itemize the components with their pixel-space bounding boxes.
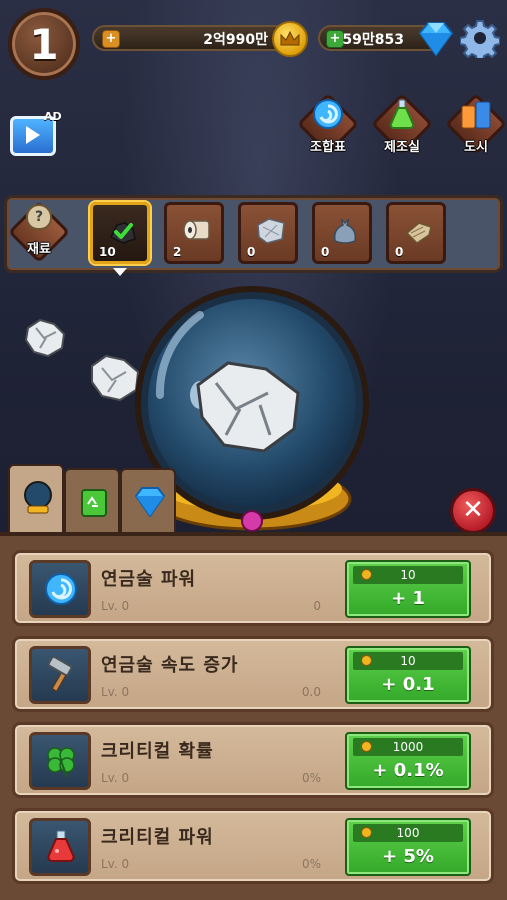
gold-currency-bar[interactable]: + 2억990만 [92, 21, 308, 57]
close-button[interactable]: ✕ [450, 488, 496, 534]
coin-icon [361, 569, 372, 580]
upgrade-gain: + 1 [391, 588, 425, 609]
recipe-book-button[interactable]: 조합표 [296, 92, 360, 162]
gem-amount: 59만853 [342, 32, 404, 48]
upgrade-card-alchemy-power: 연금술 파워 Lv. 0 0 10 + 1 [12, 550, 494, 626]
upgrade-card-alchemy-speed: 연금술 속도 증가 Lv. 0 0.0 10 + 0.1 [12, 636, 494, 712]
upgrade-buy-button[interactable]: 10 + 1 [345, 560, 471, 618]
swirl-orb-icon [43, 571, 79, 607]
paper-roll-icon [181, 215, 213, 247]
tab-orb[interactable] [8, 464, 64, 536]
coal-icon [107, 215, 139, 247]
upgrade-buy-button[interactable]: 1000 + 0.1% [345, 732, 471, 790]
city-button[interactable]: 도시 [444, 92, 507, 162]
materials-button[interactable]: ? 재료 [7, 200, 71, 266]
add-gem-button[interactable]: + [326, 30, 344, 48]
crumpled-paper-icon[interactable] [22, 314, 70, 364]
upgrade-level: Lv. 0 [101, 685, 130, 699]
upgrade-level: Lv. 0 [101, 599, 130, 613]
coin-icon [361, 741, 372, 752]
upgrade-gain: + 0.1% [372, 760, 444, 781]
potion-flask-icon [386, 98, 418, 130]
crown-icon [272, 21, 308, 57]
city-buildings-icon [460, 98, 492, 130]
city-label: 도시 [464, 140, 488, 155]
material-slot-cardboard[interactable]: 0 [386, 202, 446, 264]
upgrade-title: 크리티컬 확률 [101, 741, 214, 762]
watch-ad-button[interactable]: AD [10, 110, 62, 158]
diamond-icon [132, 484, 168, 520]
recycle-bin-icon [76, 484, 112, 520]
upgrade-current-value: 0% [301, 857, 321, 871]
recipe-book-label: 조합표 [310, 140, 346, 155]
workshop-button[interactable]: 제조실 [370, 92, 434, 162]
upgrade-icon-frame [29, 560, 91, 618]
material-slot-coal[interactable]: 10 [90, 202, 150, 264]
upgrade-buy-button[interactable]: 100 + 5% [345, 818, 471, 876]
upgrade-current-value: 0 [313, 599, 321, 613]
player-level-badge[interactable]: 1 [8, 8, 80, 80]
upgrade-current-value: 0.0 [301, 685, 321, 699]
upgrade-title: 연금술 파워 [101, 569, 197, 590]
upgrade-level: Lv. 0 [101, 857, 130, 871]
hammer-icon [43, 655, 79, 693]
add-gold-button[interactable]: + [102, 30, 120, 48]
upgrade-icon-frame [29, 818, 91, 876]
swirl-orb-icon [312, 98, 344, 130]
upgrade-current-value: 0% [301, 771, 321, 785]
red-potion-icon [43, 829, 79, 865]
materials-label: 재료 [27, 242, 51, 257]
upgrade-gain: + 0.1 [381, 674, 435, 695]
material-slot-trash-bag[interactable]: 0 [312, 202, 372, 264]
diamond-icon [414, 17, 458, 61]
upgrade-title: 크리티컬 파워 [101, 827, 214, 848]
upgrade-card-critical-power: 크리티컬 파워 Lv. 0 0% 100 + 5% [12, 808, 494, 884]
clover-icon [43, 743, 79, 779]
material-slot-aluminum-foil[interactable]: 0 [238, 202, 298, 264]
material-slot-paper-roll[interactable]: 2 [164, 202, 224, 264]
tab-gem[interactable] [120, 468, 176, 536]
upgrade-card-critical-chance: 크리티컬 확률 Lv. 0 0% 1000 + 0.1% [12, 722, 494, 798]
gold-amount: 2억990만 [203, 32, 268, 48]
workshop-label: 제조실 [384, 140, 420, 155]
settings-gear-icon[interactable] [459, 18, 501, 62]
tab-recycle[interactable] [64, 468, 120, 536]
mystery-bag-icon: ? [26, 204, 52, 230]
coin-icon [361, 655, 372, 666]
upgrade-icon-frame [29, 646, 91, 704]
gem-currency-bar[interactable]: + 59만853 [318, 22, 454, 57]
aluminum-foil-icon [255, 215, 287, 247]
cardboard-icon [403, 215, 435, 247]
material-count: 0 [395, 245, 404, 259]
upgrade-gain: + 5% [382, 846, 434, 867]
play-icon [26, 126, 40, 144]
upgrade-icon-frame [29, 732, 91, 790]
upgrade-title: 연금술 속도 증가 [101, 655, 239, 676]
coin-icon [361, 827, 372, 838]
material-count: 0 [247, 245, 256, 259]
crystal-orb-icon [20, 480, 56, 516]
ad-badge: AD [44, 110, 62, 123]
material-count: 0 [321, 245, 330, 259]
upgrade-level: Lv. 0 [101, 771, 130, 785]
selected-slot-pointer [113, 268, 127, 276]
material-count: 2 [173, 245, 182, 259]
trash-bag-icon [329, 215, 361, 247]
upgrade-panel: 연금술 파워 Lv. 0 0 10 + 1 연금술 속도 증가 Lv. 0 0.… [0, 532, 507, 900]
upgrade-buy-button[interactable]: 10 + 0.1 [345, 646, 471, 704]
material-count: 10 [99, 245, 116, 259]
player-level: 1 [29, 19, 59, 69]
